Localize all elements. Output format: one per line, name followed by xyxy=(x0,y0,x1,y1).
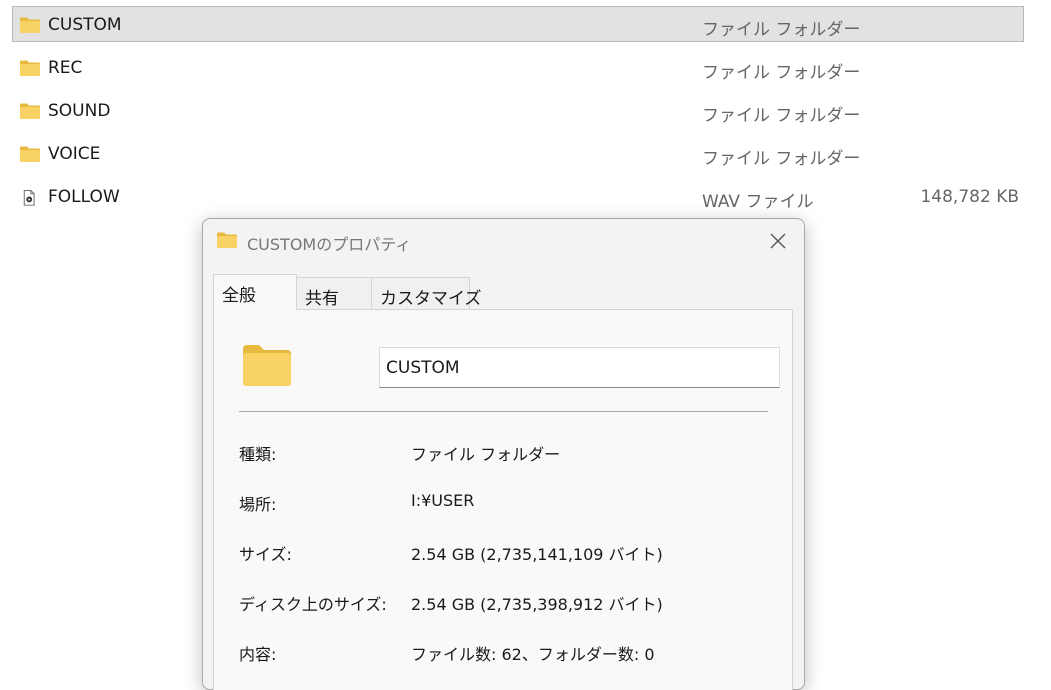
file-row-custom[interactable]: CUSTOM ファイル フォルダー xyxy=(12,6,1024,42)
type-label: 種類: xyxy=(239,445,277,464)
folder-icon xyxy=(243,345,291,386)
size-label: サイズ: xyxy=(239,545,292,564)
file-row-voice[interactable]: VOICE ファイル フォルダー xyxy=(12,135,1024,171)
close-button[interactable] xyxy=(763,227,793,253)
file-type: WAV ファイル xyxy=(702,192,814,212)
file-row-rec[interactable]: REC ファイル フォルダー xyxy=(12,49,1024,85)
file-type: ファイル フォルダー xyxy=(702,20,861,40)
folder-icon xyxy=(20,17,40,33)
size-on-disk-label: ディスク上のサイズ: xyxy=(239,595,387,614)
file-row-follow[interactable]: FOLLOW WAV ファイル 148,782 KB xyxy=(12,178,1024,214)
file-name: VOICE xyxy=(48,144,101,164)
tab-customize[interactable]: カスタマイズ xyxy=(371,277,482,310)
folder-icon xyxy=(20,146,40,162)
folder-icon xyxy=(217,232,237,248)
location-label: 場所: xyxy=(239,495,277,514)
properties-dialog: CUSTOMのプロパティ 全般 共有 カスタマイズ 種類: ファイル フォルダー… xyxy=(202,218,805,690)
file-name: REC xyxy=(48,58,83,78)
file-name: CUSTOM xyxy=(48,15,122,35)
size-value: 2.54 GB (2,735,141,109 バイト) xyxy=(411,545,663,564)
file-type: ファイル フォルダー xyxy=(702,63,861,83)
tab-general[interactable]: 全般 xyxy=(213,274,297,310)
size-on-disk-value: 2.54 GB (2,735,398,912 バイト) xyxy=(411,595,663,614)
file-type: ファイル フォルダー xyxy=(702,149,861,169)
audio-file-icon xyxy=(23,189,35,206)
contents-label: 内容: xyxy=(239,645,277,664)
folder-name-input[interactable] xyxy=(379,347,780,388)
location-value: I:¥USER xyxy=(411,491,475,510)
type-value: ファイル フォルダー xyxy=(411,445,561,464)
tab-sharing[interactable]: 共有 xyxy=(296,277,372,310)
folder-icon xyxy=(20,103,40,119)
file-type: ファイル フォルダー xyxy=(702,106,861,126)
file-name: FOLLOW xyxy=(48,187,120,207)
file-size: 148,782 KB xyxy=(920,187,1019,207)
general-tab-panel: 種類: ファイル フォルダー 場所: I:¥USER サイズ: 2.54 GB … xyxy=(213,309,793,690)
file-name: SOUND xyxy=(48,101,111,121)
divider xyxy=(239,411,768,412)
close-icon xyxy=(770,233,786,249)
contents-value: ファイル数: 62、フォルダー数: 0 xyxy=(411,645,655,664)
folder-icon xyxy=(20,60,40,76)
dialog-title: CUSTOMのプロパティ xyxy=(247,235,412,254)
file-row-sound[interactable]: SOUND ファイル フォルダー xyxy=(12,92,1024,128)
